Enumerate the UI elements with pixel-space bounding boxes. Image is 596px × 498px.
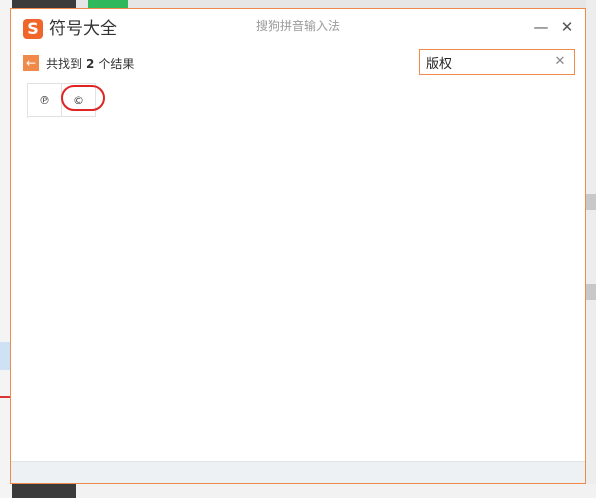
search-input[interactable] [426,53,550,71]
result-prefix: 共找到 [46,57,83,71]
title-bar[interactable]: S 符号大全 搜狗拼音输入法 — ✕ [11,9,585,47]
symbol-cell-sound-recording-copyright[interactable]: ℗ [28,84,62,117]
background-bottom-strip [76,484,596,498]
red-circle-annotation [61,85,105,111]
clear-search-icon[interactable]: ✕ [552,53,568,71]
search-box[interactable]: ✕ [419,49,575,75]
result-count-text: 共找到 2 个结果 [46,56,134,72]
background-tag [586,194,596,210]
result-count: 2 [86,57,95,71]
background-app-right-strip [586,0,596,498]
window-caption: 搜狗拼音输入法 [255,19,340,33]
symbol-dialog-window: S 符号大全 搜狗拼音输入法 — ✕ ← 共找到2个结果 ✕ ℗ © [10,8,586,484]
close-button[interactable]: ✕ [557,17,577,37]
background-tag [586,284,596,300]
result-suffix: 个结果 [98,57,135,71]
minimize-button[interactable]: — [531,17,551,37]
back-arrow-icon[interactable]: ← [23,55,39,71]
window-footer [11,461,585,483]
